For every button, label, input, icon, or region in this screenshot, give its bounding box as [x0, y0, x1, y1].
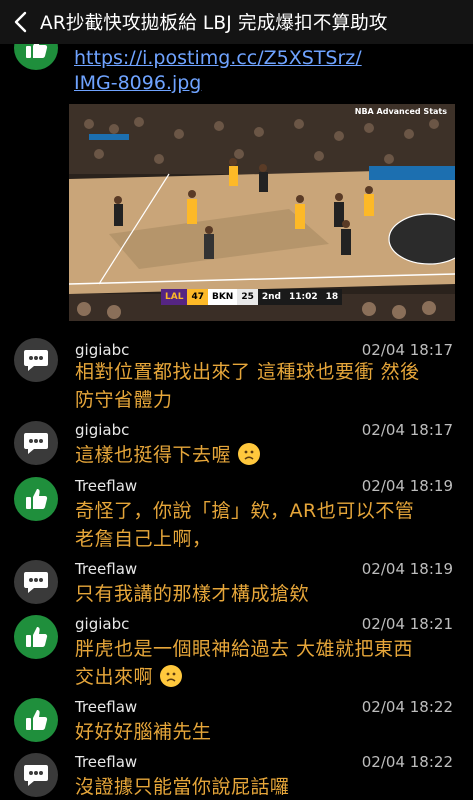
avatar[interactable]	[14, 477, 58, 521]
comment-text: 只有我講的那樣才構成搶欸	[75, 583, 310, 605]
comment-icon	[24, 572, 48, 593]
comment-text: 沒證據只能當你說屁話囉	[75, 776, 290, 798]
page-title: AR抄截快攻拋板給 LBJ 完成爆扣不算助攻	[40, 13, 388, 34]
game-screenshot[interactable]: NBA Advanced Stats LAL 47 BKN 25 2nd 11:…	[69, 104, 455, 321]
comment-author[interactable]: Treeflaw	[75, 753, 137, 771]
image-link[interactable]: https://i.postimg.cc/Z5XSTSrz/IMG-8096.j…	[74, 46, 362, 96]
comment-text: 這樣也挺得下去喔	[75, 441, 455, 469]
watermark: NBA Advanced Stats	[354, 107, 447, 116]
comment-icon	[24, 433, 48, 454]
comment-time: 02/04 18:17	[361, 421, 453, 439]
comment-author[interactable]: Treeflaw	[75, 560, 137, 578]
comment-author[interactable]: Treeflaw	[75, 698, 137, 716]
frowning-face-icon	[159, 665, 182, 687]
comment-text: 相對位置都找出來了 這種球也要衝 然後 防守省體力	[75, 361, 420, 411]
comment-time: 02/04 18:22	[361, 698, 453, 716]
avatar[interactable]	[14, 698, 58, 742]
avatar[interactable]	[14, 753, 58, 797]
frowning-face-icon	[237, 443, 260, 465]
avatar[interactable]	[14, 560, 58, 604]
comment-author[interactable]: Treeflaw	[75, 477, 137, 495]
comment-icon	[24, 350, 48, 371]
avatar[interactable]	[14, 421, 58, 465]
back-button[interactable]	[0, 0, 40, 44]
thumbs-up-icon	[26, 627, 48, 647]
avatar[interactable]	[14, 338, 58, 382]
comment-text: 胖虎也是一個眼神給過去 大雄就把東西 交出來啊	[75, 638, 414, 688]
comment-time: 02/04 18:19	[361, 477, 453, 495]
avatar[interactable]	[14, 615, 58, 659]
comment-text: 好好好腦補先生	[75, 721, 212, 743]
comment-icon	[24, 765, 48, 786]
comment-author[interactable]: gigiabc	[75, 341, 129, 359]
comment-time: 02/04 18:22	[361, 753, 453, 771]
comment-author[interactable]: gigiabc	[75, 615, 129, 633]
top-bar: AR抄截快攻拋板給 LBJ 完成爆扣不算助攻	[0, 0, 473, 44]
comment-time: 02/04 18:17	[361, 341, 453, 359]
thumbs-up-icon	[26, 710, 48, 730]
comment-time: 02/04 18:19	[361, 560, 453, 578]
comment-author[interactable]: gigiabc	[75, 421, 129, 439]
comment-time: 02/04 18:21	[361, 615, 453, 633]
scorebug: LAL 47 BKN 25 2nd 11:02 18	[161, 289, 343, 305]
comment-text: 奇怪了，你說「搶」欸，AR也可以不管 老詹自己上啊，	[75, 500, 415, 550]
thumbs-up-icon	[26, 489, 48, 509]
chevron-left-icon	[14, 11, 27, 33]
